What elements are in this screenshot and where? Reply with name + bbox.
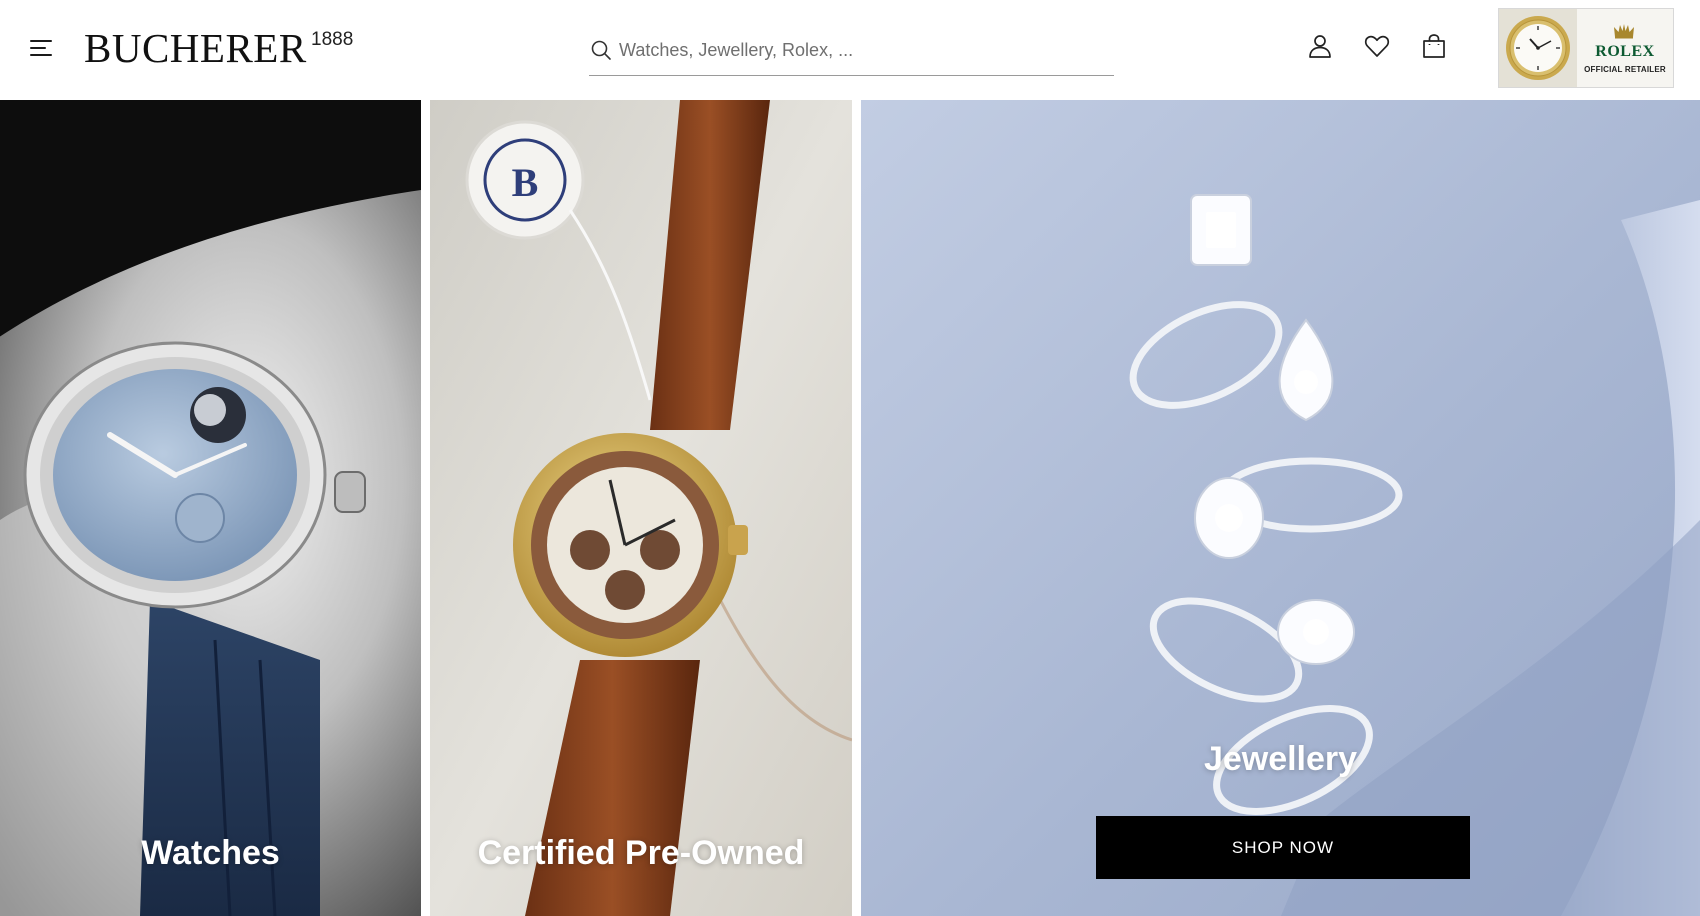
bucherer-logo[interactable]: BUCHERER 1888 xyxy=(84,24,353,72)
tile-label-watches: Watches xyxy=(141,834,280,872)
svg-text:B: B xyxy=(512,160,539,205)
hamburger-menu-icon[interactable] xyxy=(30,36,54,60)
logo-year: 1888 xyxy=(311,29,354,50)
user-icon[interactable] xyxy=(1306,32,1334,60)
site-header: BUCHERER 1888 Watches, Jewellery, Rolex,… xyxy=(0,0,1700,100)
rolex-crown-icon xyxy=(1614,24,1634,39)
rolex-brand: ROLEX OFFICIAL RETAILER xyxy=(1577,9,1673,87)
category-tile-certified-pre-owned[interactable]: B Certified Pre-Owned xyxy=(430,100,852,916)
shopping-bag-icon[interactable] xyxy=(1420,32,1448,60)
logo-wordmark: BUCHERER xyxy=(84,25,307,71)
rolex-subtitle: OFFICIAL RETAILER xyxy=(1584,65,1666,74)
heart-icon[interactable] xyxy=(1363,32,1391,60)
tile-label-jewellery: Jewellery xyxy=(1203,740,1358,778)
watch-image xyxy=(0,100,421,916)
shop-now-button[interactable]: SHOP NOW xyxy=(1096,816,1470,879)
search-input[interactable] xyxy=(619,34,1099,66)
rolex-clock-icon xyxy=(1499,9,1577,87)
rolex-wordmark: ROLEX xyxy=(1595,43,1655,60)
category-tile-jewellery[interactable]: Jewellery SHOP NOW xyxy=(861,100,1700,916)
tile-label-certified-pre-owned: Certified Pre-Owned xyxy=(477,834,805,872)
pre-owned-watch-image: B xyxy=(430,100,852,916)
rolex-official-retailer-badge[interactable]: ROLEX OFFICIAL RETAILER xyxy=(1498,8,1674,88)
jewellery-image xyxy=(861,100,1700,916)
category-tile-watches[interactable]: Watches xyxy=(0,100,421,916)
search-icon[interactable] xyxy=(589,38,613,62)
search-bar[interactable] xyxy=(589,30,1114,76)
